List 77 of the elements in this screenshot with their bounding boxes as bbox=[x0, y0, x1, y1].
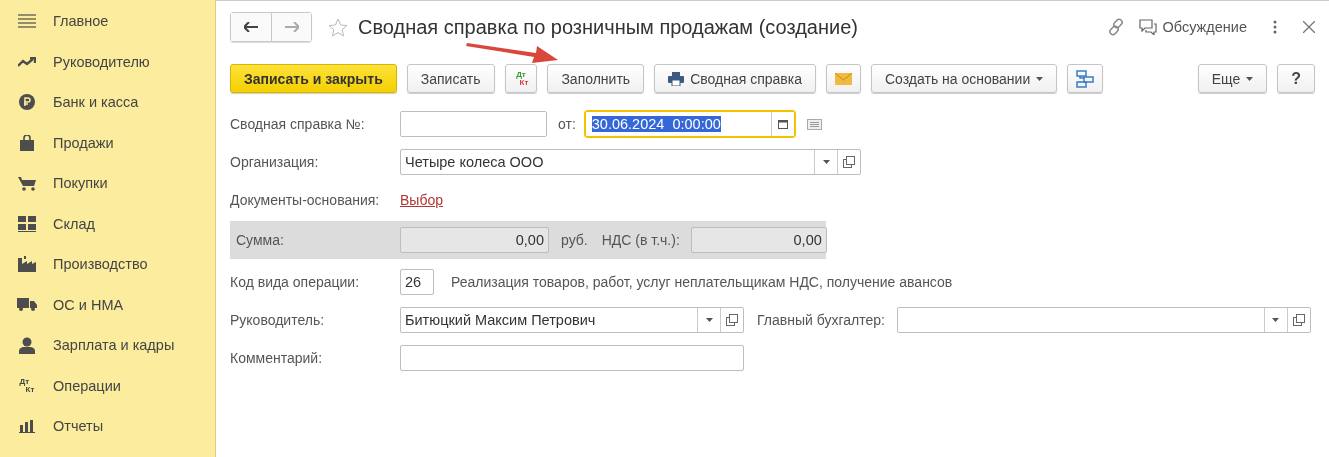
back-button[interactable] bbox=[231, 13, 271, 41]
field-label: от: bbox=[558, 116, 576, 132]
person-icon bbox=[19, 336, 35, 354]
operation-code-field[interactable]: 26 bbox=[400, 269, 434, 295]
sidebar-item[interactable]: Банк и касса bbox=[0, 82, 215, 123]
field-label: Комментарий: bbox=[230, 350, 324, 366]
factory-icon bbox=[18, 256, 36, 273]
sidebar-item[interactable]: ОС и НМА bbox=[0, 284, 215, 325]
sidebar-item[interactable]: Зарплата и кадры bbox=[0, 325, 215, 366]
discussion-button[interactable]: Обсуждение bbox=[1138, 19, 1247, 35]
bag-icon bbox=[20, 134, 34, 151]
caret-icon bbox=[1036, 76, 1044, 81]
sidebar-item[interactable]: Покупки bbox=[0, 163, 215, 204]
sidebar-item[interactable]: Продажи bbox=[0, 122, 215, 163]
debit-credit-button[interactable]: Дт Кт bbox=[504, 64, 538, 93]
select-link[interactable]: Выбор bbox=[400, 192, 443, 208]
organization-field[interactable]: Четыре колеса ООО bbox=[400, 149, 861, 175]
sidebar-item[interactable]: Склад bbox=[0, 203, 215, 244]
window-title: Сводная справка по розничным продажам (создание) bbox=[358, 15, 858, 39]
bar-chart-icon bbox=[19, 419, 35, 433]
vat-field: 0,00 bbox=[690, 227, 827, 253]
truck-icon bbox=[17, 298, 37, 312]
grid-icon bbox=[18, 215, 36, 232]
field-label: НДС (в т.ч.): bbox=[601, 232, 680, 248]
structure-button[interactable] bbox=[1067, 64, 1104, 93]
envelope-icon bbox=[834, 72, 852, 85]
toolbar-button[interactable]: Заполнить bbox=[547, 64, 645, 93]
ruble-icon bbox=[19, 94, 35, 111]
field-label: Код вида операции: bbox=[230, 274, 361, 290]
toolbar-button[interactable]: Записать bbox=[406, 64, 495, 93]
dropdown-button[interactable]: Создать на основании bbox=[870, 64, 1058, 93]
save-and-close-button[interactable]: Записать и закрыть bbox=[230, 64, 397, 93]
date-field[interactable]: 30.06.2024 0:00:00 bbox=[584, 111, 795, 137]
dropdown-button[interactable]: Еще bbox=[1197, 64, 1268, 93]
hierarchy-icon bbox=[1076, 69, 1095, 88]
manager-field[interactable]: Битюцкий Максим Петрович bbox=[400, 307, 744, 333]
trend-icon bbox=[18, 56, 36, 67]
debit-credit-icon: Дт Кт bbox=[19, 377, 35, 394]
sidebar-item[interactable]: Руководителю bbox=[0, 41, 215, 82]
sum-field: 0,00 bbox=[400, 227, 549, 253]
star-icon[interactable] bbox=[328, 17, 348, 37]
more-icon[interactable] bbox=[1273, 20, 1277, 34]
print-button[interactable]: Сводная справка bbox=[654, 64, 816, 93]
caret-icon bbox=[822, 160, 830, 164]
field-label: Главный бухгалтер: bbox=[757, 312, 885, 328]
sidebar-item[interactable]: Отчеты bbox=[0, 406, 215, 447]
email-button[interactable] bbox=[825, 64, 861, 93]
cart-icon bbox=[18, 175, 36, 191]
forward-arrow-icon bbox=[284, 22, 299, 32]
caret-icon bbox=[705, 318, 713, 322]
list-icon[interactable] bbox=[806, 118, 822, 130]
sidebar-item[interactable]: Дт Кт Операции bbox=[0, 365, 215, 406]
open-window-icon bbox=[1292, 314, 1305, 326]
link-icon[interactable] bbox=[1106, 18, 1125, 36]
field-label: Сводная справка №: bbox=[230, 116, 366, 132]
currency-label: руб. bbox=[561, 232, 588, 248]
menu-icon bbox=[18, 14, 36, 29]
chat-icon bbox=[1138, 19, 1157, 35]
help-button[interactable]: ? bbox=[1277, 64, 1315, 93]
sidebar-item[interactable]: Производство bbox=[0, 244, 215, 285]
comment-field[interactable] bbox=[400, 345, 744, 371]
field-label: Руководитель: bbox=[230, 312, 326, 328]
operation-description: Реализация товаров, работ, услуг неплательщикам НДС, получение авансов bbox=[451, 274, 953, 290]
number-field[interactable] bbox=[400, 111, 547, 137]
caret-icon bbox=[1272, 318, 1280, 322]
sidebar-item[interactable]: Главное bbox=[0, 1, 215, 42]
chief-accountant-field[interactable] bbox=[896, 307, 1311, 333]
open-window-icon bbox=[726, 314, 738, 326]
field-label: Сумма: bbox=[236, 232, 285, 248]
calendar-icon bbox=[777, 119, 788, 129]
open-window-icon bbox=[843, 156, 855, 168]
field-label: Документы-основания: bbox=[230, 192, 381, 208]
close-icon[interactable] bbox=[1303, 21, 1315, 33]
field-label: Организация: bbox=[230, 154, 320, 170]
caret-icon bbox=[1246, 76, 1254, 81]
printer-icon bbox=[668, 71, 685, 86]
back-arrow-icon bbox=[244, 22, 258, 32]
